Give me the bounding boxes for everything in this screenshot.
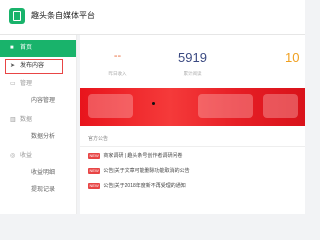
sidebar-item-label: 发布内容 — [20, 63, 45, 69]
stat-value: -- — [113, 50, 122, 62]
sidebar-item-label: 收益明细 — [31, 170, 56, 176]
notice-item[interactable]: NEW 公告|关于2018年度新不再受理的通知 — [88, 181, 303, 191]
new-badge: NEW — [88, 167, 101, 174]
stat-label: 累计阅读 — [183, 71, 202, 76]
sidebar-item-label: 数据分析 — [31, 134, 56, 140]
sidebar-group-income[interactable]: ◎ 收益 — [0, 148, 76, 165]
sidebar-item-income-detail[interactable]: 收益明细 — [0, 165, 76, 182]
stat-label: 昨日收入 — [108, 71, 127, 76]
stat-card-yesterday-income: -- 昨日收入 — [80, 35, 155, 81]
home-icon: ■ — [10, 45, 14, 51]
stat-card-total-reads: 5919 累计阅读 — [155, 35, 230, 81]
sidebar-group-manage[interactable]: ▭ 管理 — [0, 76, 76, 93]
stat-card-third: 10 — [230, 35, 305, 81]
sidebar-item-home[interactable]: ■ 首页 — [0, 40, 76, 57]
banner-graphic — [198, 94, 253, 118]
banner-graphic — [88, 94, 133, 118]
coin-icon: ◎ — [10, 153, 16, 159]
sidebar-item-label: 提现记录 — [31, 187, 56, 193]
sidebar-item-label: 内容管理 — [31, 98, 56, 104]
folder-icon: ▭ — [10, 81, 16, 87]
stat-value: 10 — [285, 50, 300, 65]
sidebar-item-content-manage[interactable]: 内容管理 — [0, 93, 76, 110]
divider — [80, 146, 305, 147]
notice-text: 公告|关于2018年度新不再受理的通知 — [103, 183, 186, 189]
app-title: 趣头条自媒体平台 — [31, 11, 95, 20]
top-bar: 趣头条自媒体平台 — [0, 0, 305, 35]
sidebar: ■ 首页 ➤ 发布内容 ▭ 管理 内容管理 ▥ 数据 数据分析 ◎ 收益 收益明… — [0, 35, 77, 214]
notice-item[interactable]: NEW 公告|关于文章可能删除功能取消的公告 — [88, 166, 303, 176]
banner-carousel-dot[interactable] — [152, 102, 155, 105]
sidebar-group-data[interactable]: ▥ 数据 — [0, 112, 76, 129]
official-notices: 官方公告 NEW 商家调研 | 趣头条号创作者调研问卷 NEW 公告|关于文章可能删… — [80, 131, 305, 214]
notices-title: 官方公告 — [88, 136, 109, 142]
promo-banner[interactable] — [80, 88, 305, 126]
sidebar-item-data-analysis[interactable]: 数据分析 — [0, 129, 76, 146]
send-icon: ➤ — [10, 63, 16, 69]
notice-text: 商家调研 | 趣头条号创作者调研问卷 — [103, 153, 183, 159]
sidebar-group-label: 收益 — [20, 153, 33, 159]
notice-item[interactable]: NEW 商家调研 | 趣头条号创作者调研问卷 — [88, 151, 303, 161]
chart-icon: ▥ — [10, 117, 16, 123]
new-badge: NEW — [88, 152, 101, 159]
main-content: -- 昨日收入 5919 累计阅读 10 官方公告 NEW 商家调研 | 趣头条号… — [80, 35, 305, 214]
sidebar-group-label: 数据 — [20, 117, 33, 123]
sidebar-item-publish[interactable]: ➤ 发布内容 — [4, 58, 64, 75]
sidebar-group-label: 管理 — [20, 81, 33, 87]
app-logo-icon[interactable] — [9, 8, 25, 24]
new-badge: NEW — [88, 182, 101, 189]
notice-text: 公告|关于文章可能删除功能取消的公告 — [103, 168, 190, 174]
banner-graphic — [263, 94, 298, 118]
sidebar-item-withdraw-record[interactable]: 提现记录 — [0, 182, 76, 199]
stat-value: 5919 — [178, 50, 207, 65]
sidebar-item-label: 首页 — [20, 45, 33, 51]
